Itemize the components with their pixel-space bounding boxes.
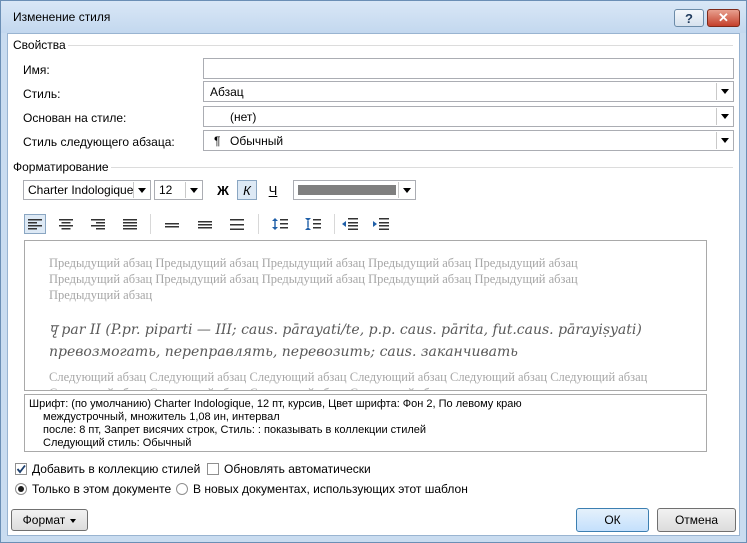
justify-button[interactable]: [119, 214, 141, 234]
space-after-button[interactable]: [302, 214, 324, 234]
chevron-down-icon[interactable]: [716, 108, 732, 125]
double-spacing-icon: [230, 218, 244, 230]
formatting-section-label: Форматирование: [13, 160, 109, 174]
based-on-value: (нет): [230, 110, 257, 124]
next-style-select[interactable]: ¶ Обычный: [203, 130, 734, 151]
format-menu-button[interactable]: Формат: [11, 509, 88, 531]
font-size-value: 12: [159, 183, 173, 197]
style-preview-pane: Предыдущий абзац Предыдущий абзац Предыд…: [24, 240, 707, 391]
only-this-document-label[interactable]: Только в этом документе: [32, 482, 171, 496]
one-half-spacing-button[interactable]: [194, 214, 216, 234]
title-bar[interactable]: Изменение стиля ? ✕: [1, 1, 746, 33]
bold-button[interactable]: Ж: [213, 180, 233, 200]
based-on-label: Основан на стиле:: [23, 111, 127, 125]
name-input[interactable]: [203, 58, 734, 79]
pilcrow-icon: ¶: [214, 134, 221, 148]
cancel-button[interactable]: Отмена: [657, 508, 736, 532]
style-description: Шрифт: (по умолчанию) Charter Indologiqu…: [24, 394, 707, 452]
name-label: Имя:: [23, 63, 50, 77]
style-type-label: Стиль:: [23, 87, 61, 101]
preview-main-line-1: पृ par II (P.pr. piparti — III; caus. pā…: [49, 322, 642, 338]
preview-next-paragraph: Следующий абзац Следующий абзац Следующи…: [49, 370, 648, 390]
font-color-select[interactable]: [293, 180, 416, 200]
font-color-swatch: [298, 185, 396, 195]
increase-indent-button[interactable]: [370, 214, 392, 234]
font-name-select[interactable]: Charter Indologique: [23, 180, 151, 200]
toolbar-separator: [334, 214, 335, 234]
style-type-select[interactable]: Абзац: [203, 81, 734, 102]
description-line-1: Шрифт: (по умолчанию) Charter Indologiqu…: [29, 398, 522, 410]
auto-update-checkbox[interactable]: [207, 463, 219, 475]
single-spacing-button[interactable]: [161, 214, 183, 234]
font-name-value: Charter Indologique: [28, 183, 134, 197]
align-left-button[interactable]: [24, 214, 46, 234]
based-on-select[interactable]: (нет): [203, 106, 734, 127]
increase-indent-icon: [373, 218, 389, 230]
preview-previous-paragraph: Предыдущий абзац Предыдущий абзац Предыд…: [49, 256, 578, 302]
checkmark-icon: [16, 464, 26, 474]
window-title: Изменение стиля: [13, 10, 111, 24]
description-line-2: междустрочный, множитель 1,08 ин, интерв…: [43, 411, 280, 423]
space-before-icon: [272, 218, 288, 230]
toolbar-separator: [258, 214, 259, 234]
decrease-indent-icon: [342, 218, 358, 230]
align-center-button[interactable]: [55, 214, 77, 234]
only-this-document-radio[interactable]: [15, 483, 27, 495]
space-before-button[interactable]: [269, 214, 291, 234]
formatting-divider: [111, 167, 733, 168]
single-spacing-icon: [165, 222, 179, 227]
chevron-down-icon[interactable]: [185, 182, 201, 198]
one-half-spacing-icon: [198, 220, 212, 228]
chevron-down-icon[interactable]: [398, 182, 414, 198]
align-center-icon: [59, 218, 73, 229]
properties-section-label: Свойства: [13, 38, 66, 52]
double-spacing-button[interactable]: [226, 214, 248, 234]
justify-icon: [123, 218, 137, 229]
dialog-body: Свойства Имя: Стиль: Абзац Основан на ст…: [7, 33, 740, 536]
preview-main-line-2: превозмогать, переправлять, перевозить; …: [49, 344, 518, 360]
next-style-label: Стиль следующего абзаца:: [23, 135, 175, 149]
format-button-label: Формат: [22, 513, 66, 527]
dialog-window: Изменение стиля ? ✕ Свойства Имя: Стиль:…: [0, 0, 747, 543]
close-button[interactable]: ✕: [707, 9, 740, 27]
align-left-icon: [28, 218, 42, 229]
add-to-gallery-checkbox[interactable]: [15, 463, 27, 475]
chevron-down-icon: [70, 513, 77, 527]
space-after-icon: [305, 218, 321, 230]
style-type-value: Абзац: [210, 85, 244, 99]
align-right-icon: [91, 218, 105, 229]
font-size-select[interactable]: 12: [154, 180, 203, 200]
description-line-3: после: 8 пт, Запрет висячих строк, Стиль…: [43, 424, 427, 436]
new-documents-radio[interactable]: [176, 483, 188, 495]
chevron-down-icon[interactable]: [716, 83, 732, 100]
help-button[interactable]: ?: [674, 9, 704, 27]
italic-button[interactable]: К: [237, 180, 257, 200]
add-to-gallery-label[interactable]: Добавить в коллекцию стилей: [32, 462, 200, 476]
chevron-down-icon[interactable]: [716, 132, 732, 149]
decrease-indent-button[interactable]: [339, 214, 361, 234]
align-right-button[interactable]: [87, 214, 109, 234]
underline-button[interactable]: Ч: [263, 180, 283, 200]
ok-button[interactable]: ОК: [576, 508, 649, 532]
preview-main-paragraph: पृ par II (P.pr. piparti — III; caus. pā…: [49, 319, 689, 363]
chevron-down-icon[interactable]: [133, 182, 149, 198]
auto-update-label[interactable]: Обновлять автоматически: [224, 462, 371, 476]
next-style-value: Обычный: [230, 134, 284, 148]
properties-divider: [68, 45, 733, 46]
toolbar-separator: [150, 214, 151, 234]
new-documents-label[interactable]: В новых документах, использующих этот ша…: [193, 482, 468, 496]
description-line-4: Следующий стиль: Обычный: [43, 437, 192, 449]
